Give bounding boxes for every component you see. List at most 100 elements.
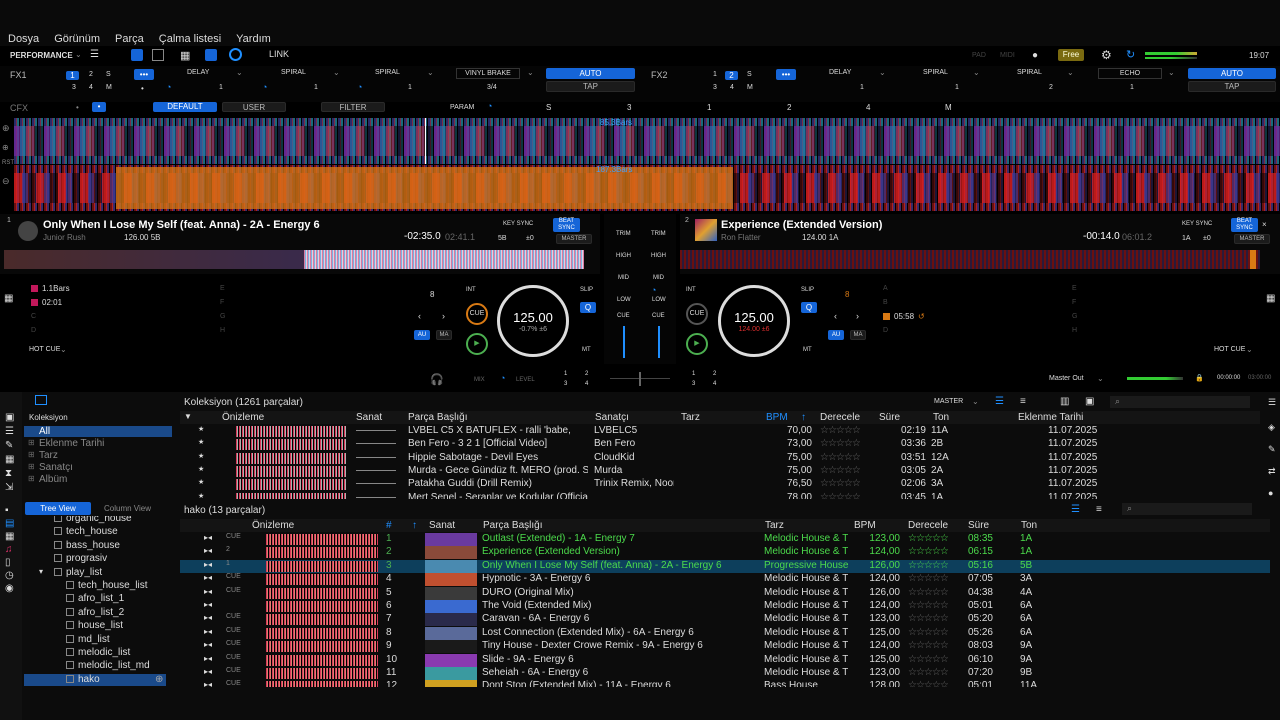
xfader-assign-7[interactable]: 3 (692, 381, 695, 387)
info-icon[interactable]: ● (1032, 50, 1038, 61)
deck2-key-b[interactable]: ±0 (1203, 235, 1211, 242)
hotcue-f[interactable]: F (220, 299, 224, 306)
fx1-chs[interactable]: S (106, 71, 111, 78)
layout-1-icon[interactable] (131, 49, 143, 61)
rating-stars[interactable]: ☆☆☆☆☆ (908, 654, 948, 665)
chevron-down-icon[interactable]: ⌄ (427, 68, 434, 77)
channel-fader-1[interactable] (623, 326, 625, 358)
plan-badge[interactable]: Free (1058, 49, 1084, 61)
tree-item[interactable]: tech_house (66, 526, 118, 537)
rating-stars[interactable]: ☆☆☆☆☆ (908, 613, 948, 624)
xfader-assign-8[interactable]: 4 (713, 381, 716, 387)
play-indicator-icon[interactable]: ▸◂ (204, 533, 212, 542)
deck1-int[interactable]: INT (466, 287, 476, 293)
list-view-icon[interactable]: ☰ (995, 396, 1004, 407)
hotcue-c-swatch[interactable] (883, 313, 890, 320)
rating-stars[interactable]: ☆☆☆☆☆ (908, 680, 948, 687)
fx1-beat[interactable]: 3/4 (487, 84, 497, 91)
search-icon[interactable]: ⌕ (1115, 396, 1120, 407)
col-key[interactable]: Ton (933, 412, 949, 423)
pl-col-num[interactable]: # (386, 520, 392, 531)
fx1-auto-button[interactable]: AUTO (546, 68, 635, 79)
tree-item[interactable]: afro_list_2 (78, 607, 124, 618)
history-icon[interactable]: ⧗ (5, 468, 12, 479)
rating-stars[interactable]: ☆☆☆☆☆ (820, 478, 860, 489)
lock-icon[interactable]: 🔒 (1195, 374, 1204, 382)
add-icon[interactable]: ⊕ (155, 674, 163, 685)
list-view-icon-2[interactable]: ≡ (1096, 504, 1102, 515)
hotcue-b-swatch[interactable] (31, 299, 38, 306)
deck2-key-sync[interactable]: KEY SYNC (1182, 221, 1212, 227)
playlist-icon[interactable]: ▤ (5, 518, 14, 529)
play-indicator-icon[interactable]: ▸◂ (204, 587, 212, 596)
playlist-icon[interactable]: ☰ (5, 426, 14, 437)
fx2-tap-button[interactable]: TAP (1188, 81, 1276, 92)
related-icon[interactable]: ⇄ (1268, 466, 1276, 477)
play-indicator-icon[interactable]: ▸◂ (204, 560, 212, 569)
col-genre[interactable]: Tarz (681, 412, 700, 423)
tree-view-tab[interactable]: Tree View (25, 502, 91, 515)
tree-album[interactable]: Albüm (39, 474, 67, 485)
rating-stars[interactable]: ☆☆☆☆☆ (820, 465, 860, 476)
table-row[interactable]: ▸◂ CUE 11 Seheiah - 6A - Energy 6 Melodic Ho… (180, 667, 1270, 680)
fx1-tap-button[interactable]: TAP (546, 81, 635, 92)
tree-date-added[interactable]: Eklenme Tarihi (39, 438, 104, 449)
table-row[interactable]: ▸◂ CUE 7 Caravan - 6A - Energy 6 Melodic Hou… (180, 613, 1270, 627)
pad-grid-icon[interactable]: ▦ (1266, 293, 1275, 304)
hotcue-e[interactable]: E (1072, 285, 1077, 292)
menu-track[interactable]: Parça (115, 33, 144, 45)
table-row[interactable]: ★ Ben Fero - 3 2 1 [Official Video] Ben Fe… (180, 438, 1260, 451)
hotcue-f[interactable]: F (1072, 299, 1076, 306)
table-row[interactable]: ▸◂ CUE 10 Slide - 9A - Energy 6 Melodic Hous… (180, 653, 1270, 667)
hotcue-b[interactable]: B (883, 299, 888, 306)
fx1-knob3-icon[interactable]: ◔ (357, 82, 362, 92)
fx2-beat[interactable]: 1 (1130, 84, 1134, 91)
hotcue-e[interactable]: E (220, 285, 225, 292)
zoom-out-icon[interactable]: ⊖ (2, 176, 10, 187)
history-icon[interactable]: ◷ (5, 570, 14, 581)
xfader-assign-1[interactable]: 1 (564, 371, 567, 377)
column-icon[interactable]: ▥ (1060, 396, 1069, 407)
preview-waveform[interactable] (266, 547, 378, 559)
level-knob-icon[interactable]: ◔ (500, 373, 505, 383)
fx1-chm[interactable]: M (106, 84, 112, 91)
browse-icon[interactable]: ▪ (5, 505, 9, 516)
edit-icon[interactable]: ✎ (1268, 444, 1276, 455)
rating-stars[interactable]: ☆☆☆☆☆ (908, 587, 948, 598)
tag-icon[interactable]: ◈ (1268, 422, 1275, 433)
deck2-hotcue-mode[interactable]: HOT CUE (1214, 346, 1245, 353)
deck2-ma[interactable]: MA (850, 330, 866, 340)
fx1-ch4[interactable]: 4 (89, 84, 93, 91)
grid-icon[interactable]: ▦ (5, 454, 14, 465)
deck1-waveform[interactable] (14, 118, 1280, 164)
pl-col-rating[interactable]: Derecele (908, 520, 948, 531)
preview-waveform[interactable] (266, 641, 378, 653)
fx2-auto-button[interactable]: AUTO (1188, 68, 1276, 79)
hotcue-g[interactable]: G (220, 313, 225, 320)
col-time[interactable]: Süre (879, 412, 900, 423)
deck1-key-sync[interactable]: KEY SYNC (503, 221, 533, 227)
sort-up-icon[interactable]: ↑ (412, 520, 417, 531)
pad-grid-icon[interactable]: ▦ (4, 293, 13, 304)
edit-icon[interactable]: ✎ (5, 440, 13, 451)
deck1-hotcue-mode[interactable]: HOT CUE (29, 346, 60, 353)
chevron-down-icon[interactable]: ⌄ (1067, 68, 1074, 77)
pad-label[interactable]: PAD (972, 52, 986, 59)
deck1-master-tempo[interactable]: MT (582, 347, 591, 353)
menu-playlist[interactable]: Çalma listesi (159, 33, 221, 45)
gear-icon[interactable]: ⚙ (1101, 48, 1112, 62)
pl-col-title[interactable]: Parça Başlığı (483, 520, 542, 531)
menu-icon[interactable]: ☰ (1268, 397, 1276, 408)
list-view-icon[interactable]: ☰ (1071, 504, 1080, 515)
deck2-loop-beats[interactable]: 8 (845, 290, 849, 299)
chevron-down-icon[interactable]: ⌄ (973, 68, 980, 77)
grid-icon[interactable]: ▦ (5, 531, 14, 542)
fx1-slot3[interactable]: SPIRAL (375, 69, 400, 76)
fx2-ch2[interactable]: 2 (725, 71, 738, 80)
table-row[interactable]: ▸◂ CUE 9 Tiny House - Dexter Crowe Remix - … (180, 640, 1270, 654)
play-indicator-icon[interactable]: ▸◂ (204, 680, 212, 687)
grid-icon[interactable]: ▦ (180, 49, 190, 62)
playlist-search[interactable] (1122, 503, 1252, 515)
deck1-play-button[interactable]: ▶ (466, 333, 488, 355)
panel-icon[interactable]: ▣ (1085, 396, 1094, 407)
